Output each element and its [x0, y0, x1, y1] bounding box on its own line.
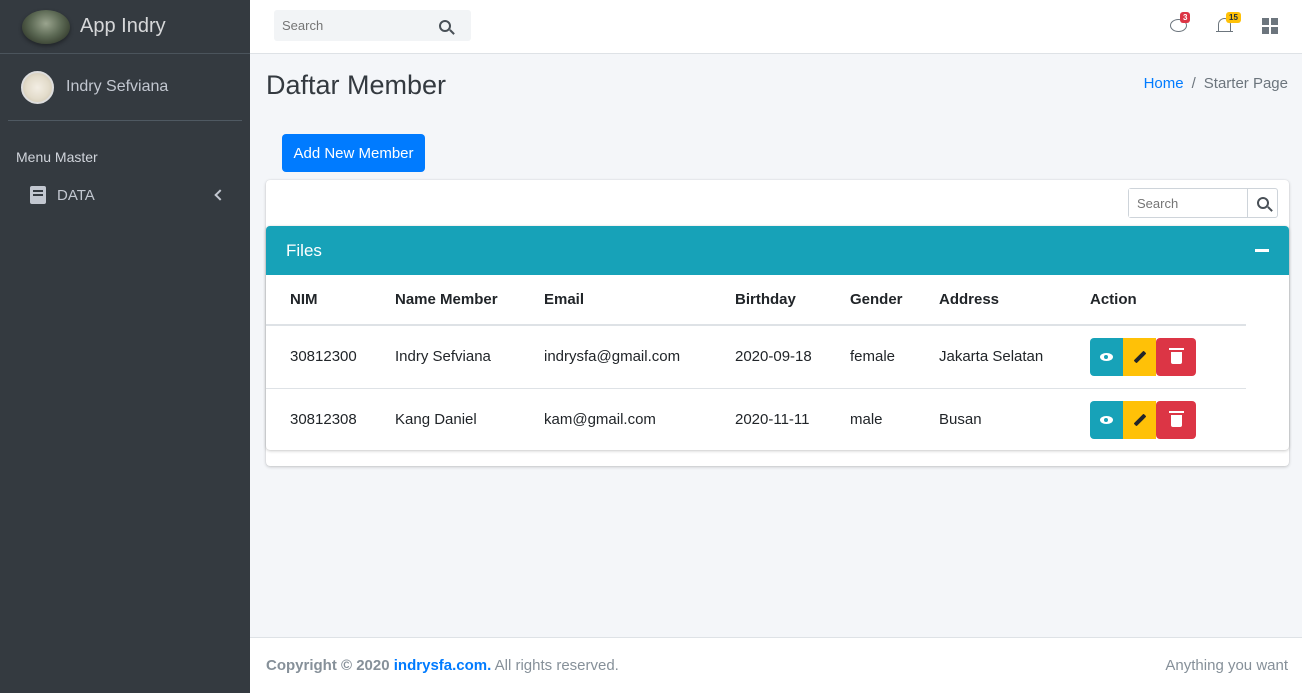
member-table: NIM Name Member Email Birthday Gender Ad… — [266, 275, 1246, 450]
trash-icon — [1168, 348, 1184, 365]
sidebar: App Indry Indry Sefviana Menu Master DAT… — [0, 0, 250, 693]
cell-name: Indry Sefviana — [371, 325, 520, 389]
row-actions — [1090, 337, 1246, 376]
footer-site-link[interactable]: indrysfa.com. — [394, 657, 492, 674]
nav-header: Menu Master — [16, 149, 98, 165]
files-card: Files NIM Name Member Email Birthday Gen… — [266, 226, 1289, 450]
brand-logo — [22, 9, 70, 44]
trash-icon — [1168, 411, 1184, 428]
add-new-member-button[interactable]: Add New Member — [282, 134, 425, 172]
column-header-name: Name Member — [371, 275, 520, 326]
breadcrumb-home[interactable]: Home — [1144, 75, 1184, 92]
column-header-action: Action — [1066, 275, 1246, 326]
eye-icon — [1100, 352, 1113, 361]
sidebar-item-label: DATA — [57, 186, 95, 204]
table-search-button[interactable] — [1247, 189, 1277, 217]
page-title: Daftar Member — [266, 70, 447, 100]
breadcrumb: Home / Starter Page — [1144, 75, 1288, 92]
footer-copyright-prefix: Copyright © 2020 — [266, 657, 390, 674]
apps-button[interactable] — [1262, 16, 1280, 34]
messages-badge: 3 — [1180, 12, 1191, 23]
cell-email: kam@gmail.com — [544, 411, 656, 429]
footer-right-text: Anything you want — [1165, 657, 1288, 674]
footer-copyright: Copyright © 2020 indrysfa.com. All right… — [266, 657, 619, 674]
cell-address: Busan — [939, 411, 982, 429]
search-icon — [1256, 197, 1269, 209]
breadcrumb-current: Starter Page — [1203, 75, 1288, 92]
row-actions — [1090, 400, 1246, 439]
view-button[interactable] — [1090, 337, 1123, 376]
pencil-icon — [1133, 350, 1146, 364]
files-card-title: Files — [286, 240, 322, 260]
user-panel[interactable]: Indry Sefviana — [8, 54, 242, 121]
cell-address: Jakarta Selatan — [915, 325, 1066, 389]
navbar-search — [274, 10, 471, 41]
navbar-icons: 3 15 — [1170, 12, 1280, 34]
table-row: 30812308 Kang Daniel kam@gmail.com 2020-… — [266, 388, 1246, 450]
brand-text: App Indry — [80, 15, 166, 37]
cell-email: indrysfa@gmail.com — [520, 325, 711, 389]
top-navbar: 3 15 — [250, 0, 1302, 54]
footer-rights: All rights reserved. — [494, 657, 619, 674]
column-header-gender: Gender — [826, 275, 915, 326]
brand-link[interactable]: App Indry — [0, 0, 250, 54]
eye-icon — [1100, 415, 1113, 424]
avatar — [21, 70, 54, 104]
cell-birthday: 2020-09-18 — [711, 325, 826, 389]
navbar-search-input[interactable] — [274, 18, 439, 33]
cell-nim: 30812308 — [290, 411, 357, 429]
cell-actions — [1066, 388, 1246, 450]
column-header-birthday: Birthday — [711, 275, 826, 326]
delete-button[interactable] — [1156, 337, 1196, 376]
edit-button[interactable] — [1123, 337, 1156, 376]
table-search-input[interactable] — [1129, 189, 1247, 217]
notifications-badge: 15 — [1226, 12, 1241, 23]
files-card-header: Files — [266, 226, 1289, 275]
footer: Copyright © 2020 indrysfa.com. All right… — [250, 637, 1302, 693]
book-icon — [30, 186, 46, 204]
chevron-left-icon — [214, 189, 226, 201]
search-icon[interactable] — [439, 19, 451, 32]
user-name[interactable]: Indry Sefviana — [66, 78, 168, 96]
cell-gender: male — [850, 411, 883, 429]
notifications-button[interactable]: 15 — [1216, 12, 1241, 34]
edit-button[interactable] — [1123, 400, 1156, 439]
cell-birthday: 2020-11-11 — [735, 411, 810, 429]
collapse-icon[interactable] — [1255, 249, 1269, 252]
member-card: Files NIM Name Member Email Birthday Gen… — [266, 180, 1289, 466]
table-search — [1128, 188, 1278, 218]
delete-button[interactable] — [1156, 400, 1196, 439]
pencil-icon — [1133, 413, 1146, 427]
cell-gender: female — [826, 325, 915, 389]
sidebar-item-data[interactable]: DATA — [8, 175, 242, 215]
column-header-address: Address — [915, 275, 1066, 326]
cell-nim: 30812300 — [266, 325, 371, 389]
cell-actions — [1066, 325, 1246, 389]
table-header-row: NIM Name Member Email Birthday Gender Ad… — [266, 275, 1246, 326]
grid-icon — [1262, 18, 1278, 34]
table-row: 30812300 Indry Sefviana indrysfa@gmail.c… — [266, 325, 1246, 389]
breadcrumb-separator: / — [1191, 75, 1196, 92]
messages-button[interactable]: 3 — [1170, 12, 1191, 34]
view-button[interactable] — [1090, 400, 1123, 439]
cell-name: Kang Daniel — [395, 411, 477, 429]
column-header-email: Email — [520, 275, 711, 326]
column-header-nim: NIM — [266, 275, 371, 326]
